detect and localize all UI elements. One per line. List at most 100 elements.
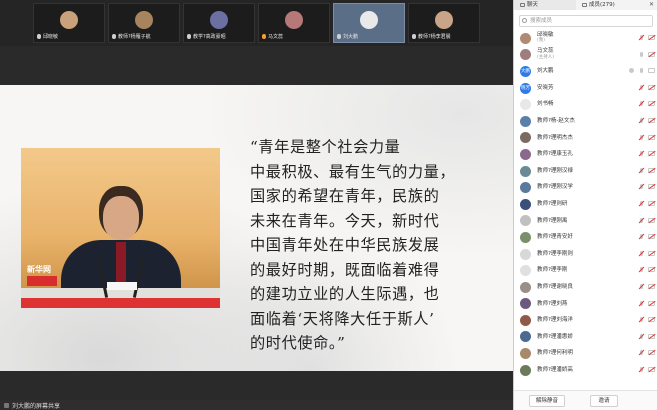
participant-row[interactable]: 教师?理刘海洋 <box>514 312 657 329</box>
participant-row[interactable]: 教师?杨-赵文杰 <box>514 113 657 130</box>
mic-muted-icon[interactable] <box>639 35 644 41</box>
participant-name-block: 教师?杨-赵文杰 <box>537 118 575 125</box>
participant-row[interactable]: 教师?理李刚则 <box>514 246 657 263</box>
camera-off-icon[interactable] <box>648 84 655 90</box>
participant-name: 刘大鹏 <box>537 68 554 75</box>
participant-row[interactable]: 教师?理青安好 <box>514 229 657 246</box>
mic-muted-icon[interactable] <box>639 134 644 141</box>
members-icon <box>582 3 587 7</box>
video-tile[interactable]: 教师?杨李君晨 <box>408 3 480 43</box>
video-tile[interactable]: 教学?高政豪昭 <box>183 3 255 43</box>
search-input[interactable]: 搜索成员 <box>519 15 653 27</box>
video-tile-label: 教师?杨雁子航 <box>118 34 151 40</box>
camera-off-icon[interactable] <box>648 51 655 57</box>
camera-off-icon[interactable] <box>648 350 655 356</box>
participant-row[interactable]: 教师?理李刚 <box>514 262 657 279</box>
participant-row[interactable]: 邱晓敏 (我) <box>514 30 657 47</box>
camera-off-icon[interactable] <box>648 184 655 190</box>
avatar: 大鹏 <box>520 65 531 77</box>
participant-row[interactable]: 教师?理明杰杰 <box>514 130 657 147</box>
avatar <box>520 215 531 227</box>
camera-off-icon[interactable] <box>648 267 655 273</box>
camera-off-icon[interactable] <box>648 234 655 240</box>
mic-muted-icon[interactable] <box>639 217 644 224</box>
participant-row[interactable]: 教师?理谢晓良 <box>514 279 657 296</box>
camera-off-icon[interactable] <box>648 250 655 256</box>
camera-icon[interactable] <box>648 68 655 74</box>
tab-members[interactable]: 成员(279) <box>576 0 646 10</box>
participant-row[interactable]: 晓芳 安晓芳 <box>514 80 657 97</box>
mic-muted-icon[interactable] <box>639 300 644 307</box>
meeting-app: 邱晓敏 教师?杨雁子航 教学?高政豪昭 马文蕊 刘大鹏 教师?杨李君晨 新华网 “青年是整… <box>0 0 657 410</box>
video-tile[interactable]: 刘大鹏 <box>333 3 405 43</box>
mic-muted-icon[interactable] <box>639 184 644 190</box>
participant-name: 教师?理潘娇高 <box>537 366 573 373</box>
mic-muted-icon[interactable] <box>639 366 644 373</box>
mic-muted-icon[interactable] <box>639 317 644 323</box>
mic-muted-icon[interactable] <box>639 350 644 356</box>
camera-off-icon[interactable] <box>648 317 655 323</box>
avatar <box>60 11 78 29</box>
mic-muted-icon[interactable] <box>639 267 644 273</box>
camera-off-icon[interactable] <box>648 101 655 107</box>
camera-off-icon[interactable] <box>648 200 655 206</box>
quote-line: 的建功立业的人生际遇，也 <box>250 285 440 303</box>
participant-row[interactable]: 马文蕊 (主持人) <box>514 47 657 64</box>
participant-name-block: 教师?理刘海洋 <box>537 317 573 324</box>
mic-muted-icon[interactable] <box>639 151 644 157</box>
participant-row[interactable]: 教师?理潘惠娇 <box>514 329 657 346</box>
participant-row[interactable]: 教师?理潘娇高 <box>514 362 657 379</box>
mic-muted-icon[interactable] <box>639 333 644 340</box>
participant-name: 教师?杨-赵文杰 <box>537 118 575 125</box>
participant-name-block: 刘大鹏 <box>537 68 554 75</box>
mic-icon[interactable] <box>639 68 644 74</box>
mic-muted-icon[interactable] <box>639 101 644 107</box>
video-tile[interactable]: 马文蕊 <box>258 3 330 43</box>
mic-muted-icon[interactable] <box>639 234 644 240</box>
mic-muted-icon[interactable] <box>639 200 644 207</box>
invite-button[interactable]: 邀请 <box>590 395 618 407</box>
mic-muted-icon[interactable] <box>639 167 644 174</box>
camera-off-icon[interactable] <box>648 217 655 223</box>
panel-footer: 解除静音 邀请 <box>514 390 657 410</box>
camera-off-icon[interactable] <box>648 333 655 339</box>
camera-off-icon[interactable] <box>648 366 655 372</box>
camera-off-icon[interactable] <box>648 151 655 157</box>
participant-row[interactable]: 教师?理则研 <box>514 196 657 213</box>
tab-chat-label: 聊天 <box>527 2 539 8</box>
participant-list[interactable]: 邱晓敏 (我) 马文蕊 (主持人) 大鹏 刘大鹏 晓芳 安晓芳 刘书畅 教师?杨-赵文杰 教师?理明… <box>514 30 657 390</box>
avatar <box>520 49 531 61</box>
participant-row[interactable]: 教师?理刚禹 <box>514 213 657 230</box>
participant-row[interactable]: 教师?理刚汉禄 <box>514 163 657 180</box>
camera-off-icon[interactable] <box>648 300 655 306</box>
video-tile-name: 教师?杨雁子航 <box>112 33 151 40</box>
participant-row[interactable]: 教师?理刘燕 <box>514 296 657 313</box>
participant-row[interactable]: 教师?理康玉孔 <box>514 146 657 163</box>
mic-muted-icon[interactable] <box>639 250 644 257</box>
mic-muted-icon[interactable] <box>639 117 644 124</box>
close-icon[interactable]: ✕ <box>649 1 654 8</box>
participant-row[interactable]: 刘书畅 <box>514 96 657 113</box>
participant-row[interactable]: 大鹏 刘大鹏 <box>514 63 657 80</box>
participant-name-block: 教师?理刘燕 <box>537 301 567 308</box>
participant-name: 邱晓敏 <box>537 31 554 38</box>
camera-off-icon[interactable] <box>648 167 655 173</box>
camera-off-icon[interactable] <box>648 35 655 40</box>
unmute-all-button[interactable]: 解除静音 <box>529 395 565 407</box>
camera-off-icon[interactable] <box>648 117 655 123</box>
camera-off-icon[interactable] <box>648 283 655 289</box>
participant-row[interactable]: 教师?理何利明 <box>514 345 657 362</box>
mic-icon <box>262 34 266 39</box>
participant-name-block: 教师?理刚禹 <box>537 218 567 225</box>
tab-chat[interactable]: 聊天 <box>514 0 576 10</box>
video-tile[interactable]: 教师?杨雁子航 <box>108 3 180 43</box>
mic-muted-icon[interactable] <box>639 283 644 290</box>
mic-muted-icon[interactable] <box>639 84 644 91</box>
participant-row[interactable]: 教师?理刚汉学 <box>514 179 657 196</box>
video-tile-name: 教学?高政豪昭 <box>187 33 226 40</box>
camera-off-icon[interactable] <box>648 134 655 140</box>
video-tile[interactable]: 邱晓敏 <box>33 3 105 43</box>
mic-icon[interactable] <box>639 51 644 58</box>
participant-name: 教师?理刘燕 <box>537 300 568 307</box>
participant-name: 教师?理刘海洋 <box>537 317 573 324</box>
